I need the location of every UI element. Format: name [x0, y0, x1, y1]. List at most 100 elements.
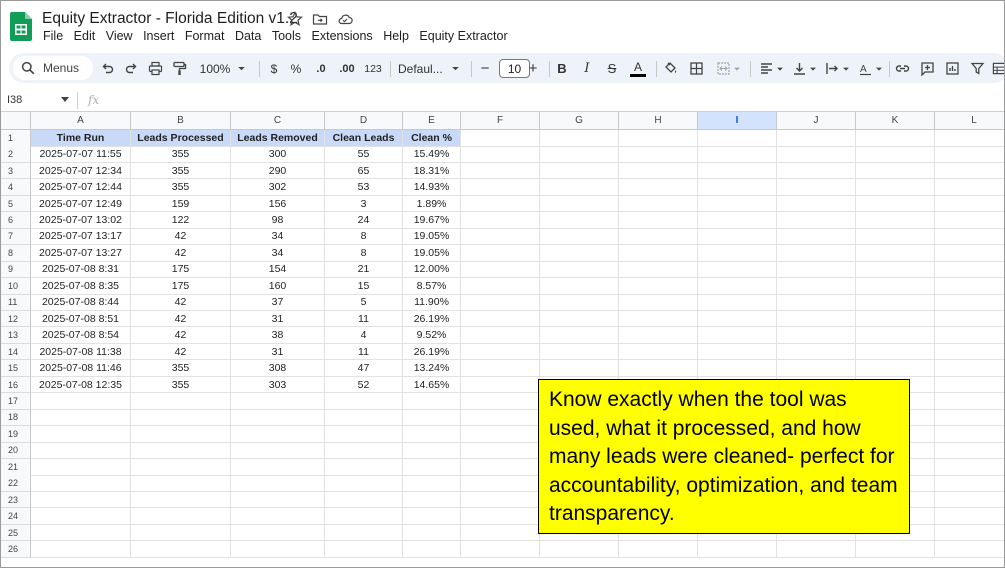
empty-cell[interactable] [619, 327, 698, 344]
empty-cell[interactable] [31, 459, 131, 476]
empty-cell[interactable] [31, 409, 131, 427]
empty-cell[interactable] [231, 409, 325, 427]
text-wrapping-button[interactable] [823, 60, 851, 77]
table-cell[interactable]: 21 [325, 261, 403, 279]
table-cell[interactable]: 19.67% [403, 212, 461, 229]
table-cell[interactable]: 2025-07-07 11:55 [31, 146, 131, 163]
empty-cell[interactable] [698, 130, 777, 147]
empty-cell[interactable] [935, 262, 1004, 279]
paint-format-button[interactable] [171, 60, 187, 77]
empty-cell[interactable] [540, 130, 619, 147]
empty-cell[interactable] [619, 179, 698, 196]
empty-cell[interactable] [698, 179, 777, 196]
empty-cell[interactable] [856, 360, 935, 377]
empty-cell[interactable] [777, 162, 856, 180]
empty-cell[interactable] [935, 163, 1004, 180]
decrease-decimal-button[interactable]: .0 [312, 60, 330, 77]
empty-cell[interactable] [31, 524, 131, 542]
empty-cell[interactable] [935, 508, 1004, 525]
empty-cell[interactable] [935, 146, 1004, 163]
name-box-dropdown-icon[interactable] [61, 97, 69, 102]
row-header-25[interactable]: 25 [1, 524, 31, 542]
merge-cells-button[interactable] [713, 60, 743, 77]
row-header-19[interactable]: 19 [1, 426, 31, 443]
print-button[interactable] [147, 60, 163, 77]
empty-cell[interactable] [461, 442, 540, 460]
table-cell[interactable]: 42 [131, 327, 231, 344]
name-box[interactable]: I38 [7, 94, 22, 106]
menu-edit[interactable]: Edit [74, 29, 96, 43]
empty-cell[interactable] [777, 228, 856, 246]
empty-cell[interactable] [540, 212, 619, 229]
empty-cell[interactable] [619, 146, 698, 163]
empty-cell[interactable] [231, 459, 325, 476]
empty-cell[interactable] [698, 310, 777, 328]
menu-file[interactable]: File [43, 29, 63, 43]
empty-cell[interactable] [619, 130, 698, 147]
table-cell[interactable]: 1.89% [403, 195, 461, 213]
cloud-saved-icon[interactable] [337, 11, 353, 27]
table-cell[interactable]: 55 [325, 146, 403, 163]
row-header-9[interactable]: 9 [1, 261, 31, 279]
empty-cell[interactable] [619, 245, 698, 262]
empty-cell[interactable] [461, 524, 540, 542]
empty-cell[interactable] [461, 294, 540, 311]
table-cell[interactable]: 154 [231, 261, 325, 279]
empty-cell[interactable] [461, 212, 540, 229]
empty-cell[interactable] [461, 130, 540, 147]
empty-cell[interactable] [540, 245, 619, 262]
empty-cell[interactable] [540, 162, 619, 180]
empty-cell[interactable] [935, 393, 1004, 410]
empty-cell[interactable] [856, 261, 935, 279]
empty-cell[interactable] [777, 179, 856, 196]
table-cell[interactable]: 2025-07-08 8:51 [31, 310, 131, 328]
table-cell[interactable]: 9.52% [403, 327, 461, 344]
empty-cell[interactable] [31, 442, 131, 460]
empty-cell[interactable] [935, 196, 1004, 213]
table-cell[interactable]: 8.57% [403, 278, 461, 295]
empty-cell[interactable] [461, 475, 540, 492]
table-cell[interactable]: 303 [231, 376, 325, 394]
empty-cell[interactable] [777, 343, 856, 361]
empty-cell[interactable] [856, 179, 935, 196]
table-cell[interactable]: 31 [231, 310, 325, 328]
empty-cell[interactable] [461, 393, 540, 410]
column-header-c[interactable]: C [231, 112, 325, 130]
column-header-j[interactable]: J [777, 112, 856, 130]
table-cell[interactable]: 355 [131, 162, 231, 180]
italic-button[interactable]: I [580, 60, 594, 77]
table-cell[interactable]: 2025-07-08 11:46 [31, 360, 131, 377]
row-header-8[interactable]: 8 [1, 245, 31, 262]
empty-cell[interactable] [856, 162, 935, 180]
empty-cell[interactable] [935, 327, 1004, 344]
empty-cell[interactable] [935, 278, 1004, 295]
column-header-h[interactable]: H [619, 112, 698, 130]
vertical-align-button[interactable] [790, 60, 818, 77]
empty-cell[interactable] [777, 212, 856, 229]
empty-cell[interactable] [131, 491, 231, 509]
table-cell[interactable]: 52 [325, 376, 403, 394]
table-cell[interactable]: 300 [231, 146, 325, 163]
empty-cell[interactable] [403, 393, 461, 410]
column-header-l[interactable]: L [935, 112, 1004, 130]
insert-comment-button[interactable] [919, 60, 935, 77]
empty-cell[interactable] [461, 426, 540, 443]
empty-cell[interactable] [325, 426, 403, 443]
empty-cell[interactable] [231, 491, 325, 509]
empty-cell[interactable] [698, 327, 777, 344]
empty-cell[interactable] [461, 508, 540, 525]
table-cell[interactable]: 2025-07-07 12:49 [31, 195, 131, 213]
empty-cell[interactable] [935, 229, 1004, 246]
empty-cell[interactable] [935, 179, 1004, 196]
row-header-26[interactable]: 26 [1, 541, 31, 558]
table-cell[interactable]: 12.00% [403, 261, 461, 279]
empty-cell[interactable] [856, 130, 935, 147]
empty-cell[interactable] [935, 311, 1004, 328]
empty-cell[interactable] [777, 541, 856, 558]
row-header-20[interactable]: 20 [1, 442, 31, 460]
table-cell[interactable]: 37 [231, 294, 325, 311]
row-header-16[interactable]: 16 [1, 376, 31, 394]
table-cell[interactable]: 42 [131, 294, 231, 311]
table-cell[interactable]: 8 [325, 228, 403, 246]
empty-cell[interactable] [619, 360, 698, 377]
